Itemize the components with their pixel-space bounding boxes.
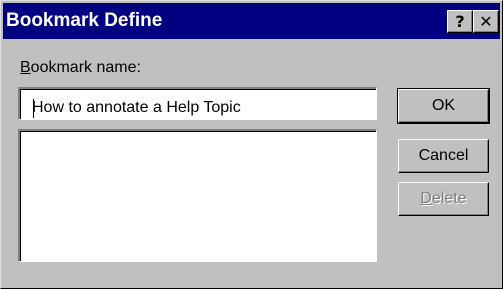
text-caret: [33, 99, 34, 118]
close-icon: ✕: [479, 12, 493, 31]
ok-button-label: OK: [431, 97, 456, 114]
bookmark-name-label: Bookmark name:: [20, 59, 141, 77]
bookmark-name-label-text: ookmark name:: [30, 59, 141, 76]
bookmark-name-label-accel: B: [20, 59, 31, 76]
delete-button-accel: D: [420, 190, 432, 207]
delete-button[interactable]: Delete: [398, 182, 489, 216]
help-button[interactable]: ?: [447, 10, 473, 33]
window-title: Bookmark Define: [6, 10, 163, 31]
help-icon: ?: [455, 12, 465, 31]
cancel-button-label: Cancel: [418, 147, 469, 164]
bookmark-name-value: How to annotate a Help Topic: [32, 99, 241, 116]
bookmark-name-input[interactable]: How to annotate a Help Topic: [18, 87, 377, 120]
close-button[interactable]: ✕: [473, 10, 499, 33]
bookmark-list[interactable]: [18, 129, 377, 262]
bookmark-define-dialog: Bookmark Define ? ✕ Bookmark name: How t…: [0, 0, 503, 289]
ok-button[interactable]: OK: [397, 88, 490, 124]
delete-button-label: elete: [431, 190, 467, 207]
title-bar[interactable]: Bookmark Define ? ✕: [3, 3, 500, 39]
cancel-button[interactable]: Cancel: [398, 139, 489, 173]
